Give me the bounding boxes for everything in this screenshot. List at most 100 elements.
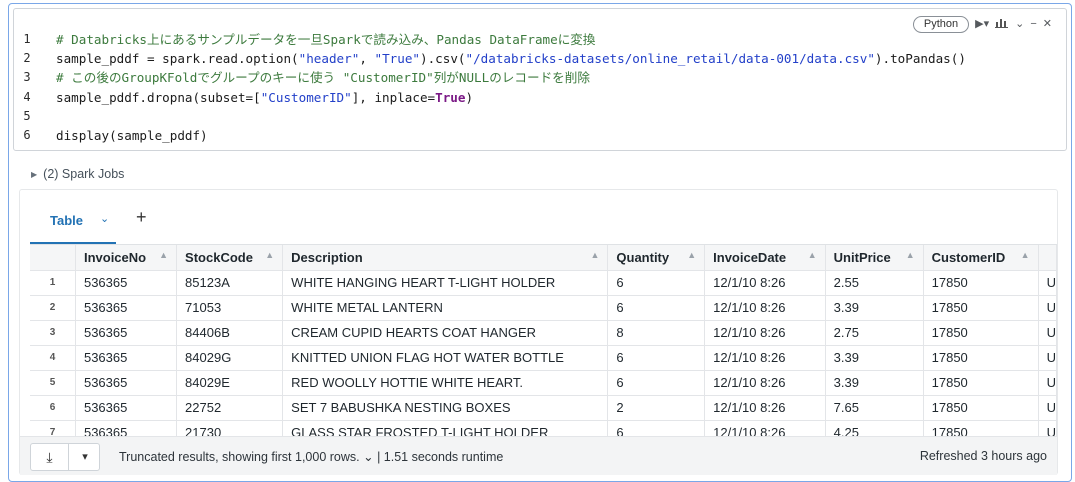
table-cell[interactable]: SET 7 BABUSHKA NESTING BOXES — [282, 395, 609, 421]
table-cell[interactable]: 12/1/10 8:26 — [704, 320, 826, 346]
table-cell[interactable]: 17850 — [923, 370, 1039, 396]
table-cell[interactable]: 6 — [607, 345, 706, 371]
table-cell[interactable]: U — [1038, 345, 1057, 371]
table-cell[interactable]: 7.65 — [825, 395, 924, 421]
chart-icon[interactable] — [995, 17, 1009, 32]
sort-icon[interactable]: ▲ — [159, 250, 168, 260]
table-cell[interactable]: 8 — [607, 320, 706, 346]
run-icon[interactable]: ▶▾ — [975, 17, 989, 31]
table-cell[interactable]: RED WOOLLY HOTTIE WHITE HEART. — [282, 370, 609, 396]
sort-icon[interactable]: ▲ — [687, 250, 696, 260]
table-cell[interactable]: 84029G — [176, 345, 284, 371]
table-cell[interactable]: 85123A — [176, 270, 284, 296]
table-cell[interactable]: WHITE METAL LANTERN — [282, 295, 609, 321]
sort-icon[interactable]: ▲ — [808, 250, 817, 260]
table-cell[interactable]: 17850 — [923, 320, 1039, 346]
chevron-down-icon[interactable]: ⌄ — [100, 212, 109, 225]
code-line[interactable] — [56, 107, 966, 126]
table-cell[interactable]: 17850 — [923, 395, 1039, 421]
table-row[interactable]: 5 536365 84029E RED WOOLLY HOTTIE WHITE HEA… — [30, 370, 1057, 396]
column-header[interactable] — [1038, 245, 1057, 271]
table-cell[interactable]: U — [1038, 370, 1057, 396]
column-header[interactable]: Description ▲ — [282, 245, 609, 271]
collapse-icon[interactable]: ⌄ — [1015, 17, 1024, 31]
table-row[interactable]: 3 536365 84406B CREAM CUPID HEARTS COAT HAN… — [30, 320, 1057, 346]
table-cell[interactable]: 12/1/10 8:26 — [704, 295, 826, 321]
table-cell[interactable]: U — [1038, 395, 1057, 421]
table-row[interactable]: 4 536365 84029G KNITTED UNION FLAG HOT WATE… — [30, 345, 1057, 371]
code-line[interactable]: # Databricks上にあるサンプルデータを一旦Sparkで読み込み、Pan… — [56, 30, 966, 49]
table-cell[interactable]: 12/1/10 8:26 — [704, 345, 826, 371]
table-cell[interactable]: KNITTED UNION FLAG HOT WATER BOTTLE — [282, 345, 609, 371]
table-cell[interactable]: 84406B — [176, 320, 284, 346]
close-icon[interactable]: ✕ — [1043, 17, 1052, 31]
table-cell[interactable]: 12/1/10 8:26 — [704, 270, 826, 296]
code-line[interactable]: sample_pddf = spark.read.option("header"… — [56, 49, 966, 68]
table-cell[interactable]: U — [1038, 270, 1057, 296]
add-visualization-icon[interactable]: + — [136, 208, 147, 226]
sort-icon[interactable]: ▲ — [1021, 250, 1030, 260]
table-cell[interactable]: 17850 — [923, 270, 1039, 296]
table-cell[interactable]: 17850 — [923, 420, 1039, 436]
table-cell[interactable]: 6 — [607, 270, 706, 296]
code-line[interactable]: display(sample_pddf) — [56, 126, 966, 145]
minimize-icon[interactable]: − — [1030, 17, 1036, 31]
table-cell[interactable]: U — [1038, 420, 1057, 436]
table-cell[interactable]: 22752 — [176, 395, 284, 421]
column-header[interactable]: InvoiceNo ▲ — [75, 245, 178, 271]
sort-icon[interactable]: ▲ — [265, 250, 274, 260]
table-cell[interactable]: 2.75 — [825, 320, 924, 346]
table-cell[interactable]: 536365 — [75, 270, 178, 296]
table-cell[interactable]: 12/1/10 8:26 — [704, 420, 826, 436]
table-cell[interactable]: 17850 — [923, 345, 1039, 371]
table-row[interactable]: 7 536365 21730 GLASS STAR FROSTED T-LIGHT H… — [30, 420, 1057, 436]
code-lines[interactable]: # Databricks上にあるサンプルデータを一旦Sparkで読み込み、Pan… — [56, 30, 966, 145]
table-cell[interactable]: 2 — [607, 395, 706, 421]
language-badge[interactable]: Python — [912, 15, 970, 33]
download-options-chevron-icon[interactable]: ▾ — [70, 444, 100, 470]
table-cell[interactable]: 536365 — [75, 345, 178, 371]
code-editor[interactable]: 1 2 3 4 5 6 # Databricks上にあるサンプルデータを一旦Sparkで読… — [13, 8, 1067, 151]
table-cell[interactable]: 536365 — [75, 420, 178, 436]
chevron-down-icon[interactable]: ⌄ — [363, 450, 377, 464]
table-cell[interactable]: WHITE HANGING HEART T-LIGHT HOLDER — [282, 270, 609, 296]
table-cell[interactable]: 6 — [607, 420, 706, 436]
download-icon[interactable]: ⤓ — [31, 444, 69, 470]
column-header[interactable]: StockCode ▲ — [176, 245, 284, 271]
table-cell[interactable]: 6 — [607, 295, 706, 321]
table-cell[interactable]: 71053 — [176, 295, 284, 321]
code-line[interactable]: # この後のGroupKFoldでグループのキーに使う "CustomerID"… — [56, 68, 966, 87]
sort-icon[interactable]: ▲ — [590, 250, 599, 260]
code-line[interactable]: sample_pddf.dropna(subset=["CustomerID"]… — [56, 88, 966, 107]
table-cell[interactable]: 2.55 — [825, 270, 924, 296]
table-cell[interactable]: 4.25 — [825, 420, 924, 436]
column-header[interactable]: Quantity ▲ — [607, 245, 706, 271]
table-cell[interactable]: U — [1038, 295, 1057, 321]
table-cell[interactable]: CREAM CUPID HEARTS COAT HANGER — [282, 320, 609, 346]
truncated-results-dropdown[interactable]: Truncated results, showing first 1,000 r… — [119, 450, 360, 464]
table-cell[interactable]: 536365 — [75, 295, 178, 321]
table-cell[interactable]: 3.39 — [825, 370, 924, 396]
table-cell[interactable]: 17850 — [923, 295, 1039, 321]
column-header[interactable]: InvoiceDate ▲ — [704, 245, 826, 271]
table-cell[interactable]: 12/1/10 8:26 — [704, 370, 826, 396]
table-cell[interactable]: U — [1038, 320, 1057, 346]
table-row[interactable]: 2 536365 71053 WHITE METAL LANTERN 6 12/1/10 … — [30, 295, 1057, 321]
table-row[interactable]: 1 536365 85123A WHITE HANGING HEART T-LIGHT… — [30, 270, 1057, 296]
spark-jobs-toggle[interactable]: ▶ (2) Spark Jobs — [31, 167, 124, 181]
table-cell[interactable]: 21730 — [176, 420, 284, 436]
tab-table[interactable]: Table ⌄ — [30, 199, 116, 244]
column-header[interactable]: CustomerID ▲ — [923, 245, 1039, 271]
sort-icon[interactable]: ▲ — [906, 250, 915, 260]
table-cell[interactable]: GLASS STAR FROSTED T-LIGHT HOLDER — [282, 420, 609, 436]
table-cell[interactable]: 12/1/10 8:26 — [704, 395, 826, 421]
table-cell[interactable]: 536365 — [75, 370, 178, 396]
table-row[interactable]: 6 536365 22752 SET 7 BABUSHKA NESTING BOXES… — [30, 395, 1057, 421]
table-cell[interactable]: 3.39 — [825, 295, 924, 321]
table-cell[interactable]: 6 — [607, 370, 706, 396]
table-cell[interactable]: 84029E — [176, 370, 284, 396]
table-cell[interactable]: 536365 — [75, 395, 178, 421]
table-cell[interactable]: 3.39 — [825, 345, 924, 371]
table-cell[interactable]: 536365 — [75, 320, 178, 346]
column-header[interactable]: UnitPrice ▲ — [825, 245, 924, 271]
